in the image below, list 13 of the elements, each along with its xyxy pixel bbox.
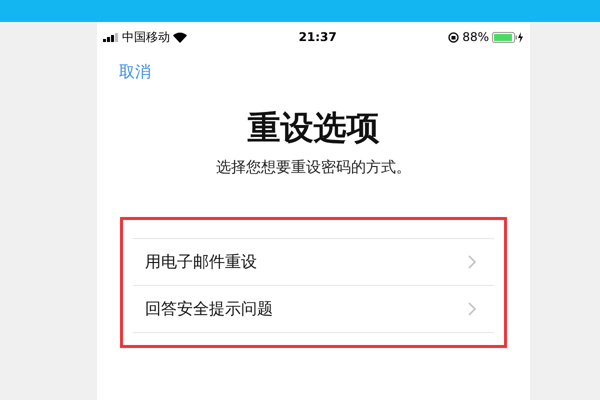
chevron-right-icon (468, 254, 476, 268)
battery-charging-icon (492, 32, 524, 42)
option-row[interactable]: 用电子邮件重设 (133, 238, 494, 286)
battery-percent: 88% (462, 29, 489, 46)
signal-icon (103, 32, 119, 42)
chevron-right-icon (468, 302, 476, 316)
carrier-name: 中国移动 (122, 29, 170, 46)
page-title: 重设选项 (246, 107, 380, 149)
rotation-lock-icon (448, 32, 460, 42)
page-subtitle: 选择您想要重设密码的方式。 (215, 157, 412, 178)
option-row[interactable]: 回答安全提示问题 (133, 286, 494, 332)
status-time: 21:37 (298, 29, 337, 46)
wifi-icon (173, 32, 187, 42)
